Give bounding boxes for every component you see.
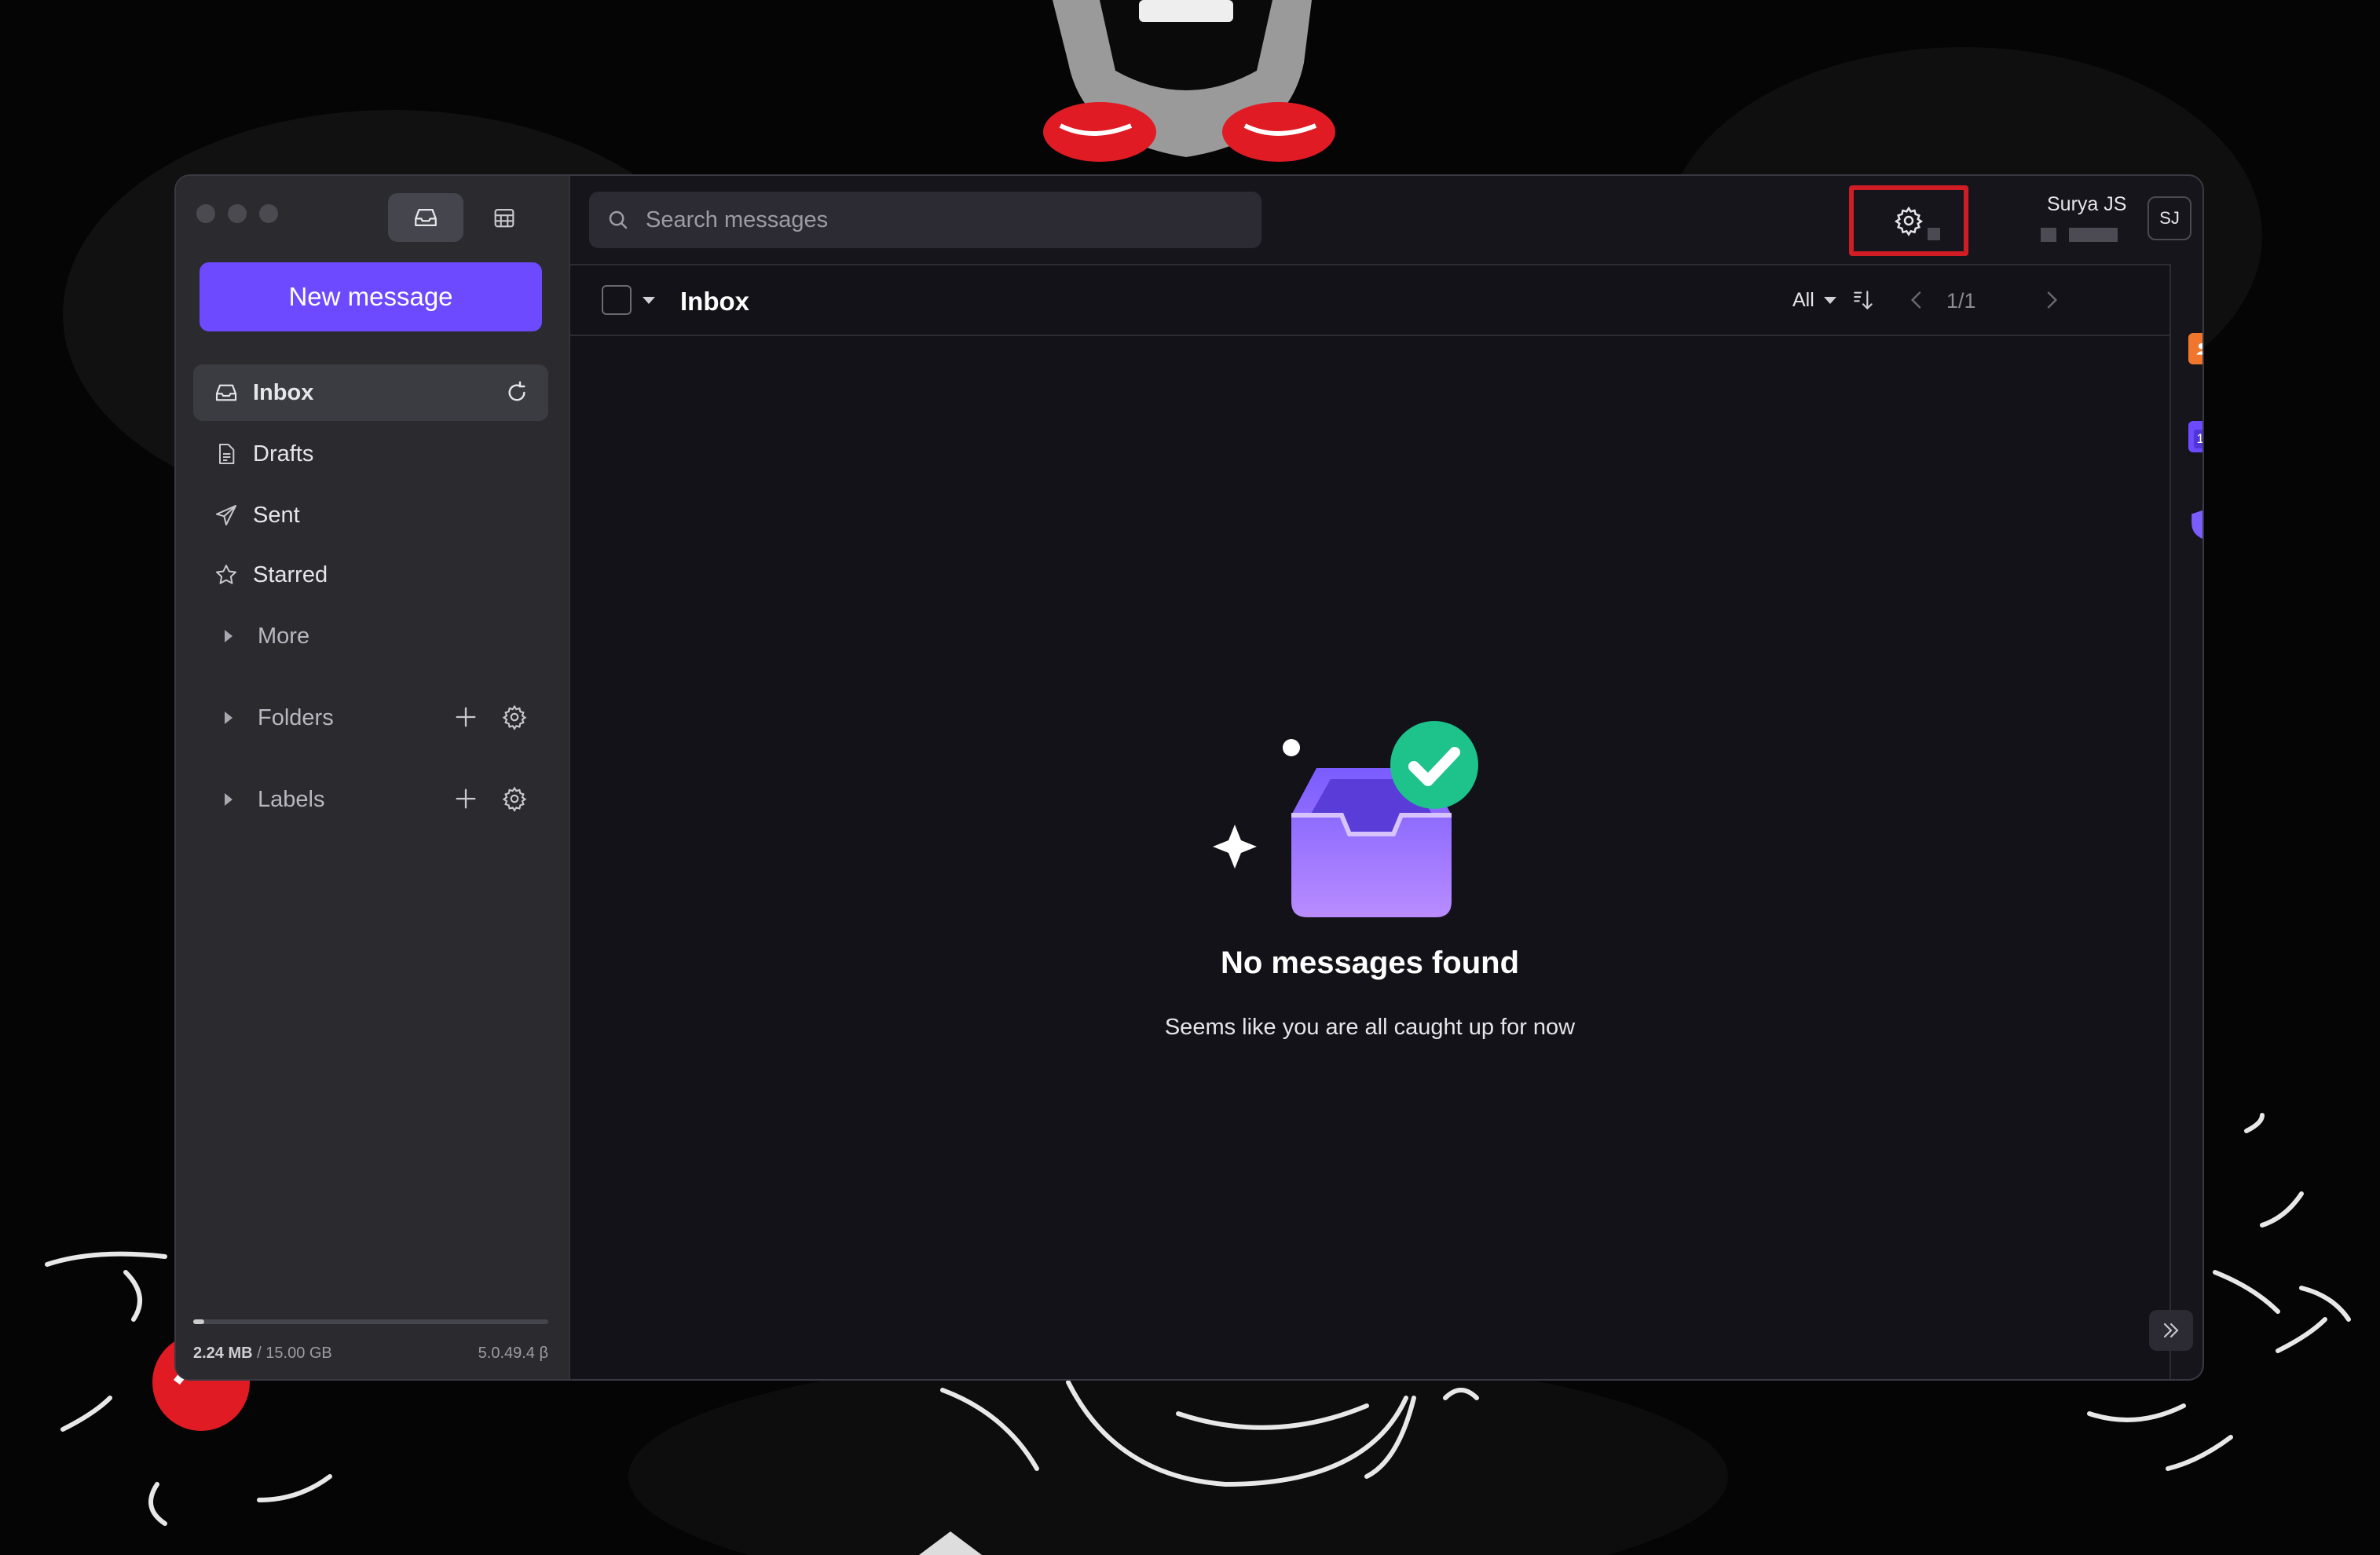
new-message-button[interactable]: New message [200, 262, 542, 331]
redacted-mark [1928, 228, 1940, 240]
message-list-toolbar: Inbox All 1/1 [570, 265, 2169, 336]
shield-icon [2191, 510, 2202, 540]
sidebar-item-label: Drafts [253, 441, 314, 466]
page-title: Inbox [680, 287, 749, 316]
redaction-block [2041, 228, 2056, 242]
previous-page-button[interactable] [1902, 286, 1931, 314]
chevron-left-icon [1910, 291, 1921, 309]
caret-right-icon [225, 793, 233, 806]
storage-used: 2.24 MB [193, 1345, 253, 1362]
paper-plane-icon [216, 505, 236, 525]
select-options-chevron-down-icon[interactable] [643, 297, 655, 304]
file-icon [219, 444, 235, 464]
storage-usage-fill [193, 1319, 204, 1324]
calendar-app-button[interactable]: 13 [2188, 421, 2202, 452]
inbox-tray-icon [415, 208, 437, 227]
select-all-checkbox[interactable] [602, 285, 632, 315]
sidebar-item-inbox[interactable]: Inbox [193, 364, 548, 421]
sort-button[interactable] [1849, 286, 1877, 314]
contacts-app-button[interactable] [2188, 333, 2202, 364]
filter-label: All [1792, 289, 1814, 311]
section-label: Labels [258, 786, 325, 812]
app-version: 5.0.49.4 β [478, 1345, 548, 1362]
storage-total: 15.00 GB [265, 1345, 332, 1362]
sidebar: New message Inbox Drafts Sent Starred Mo… [176, 176, 570, 1379]
apps-rail: 13 [2173, 264, 2202, 1379]
empty-inbox-illustration [1213, 721, 1478, 917]
sidebar-item-label: Starred [253, 562, 328, 587]
sidebar-item-label: Inbox [253, 379, 314, 405]
add-folder-icon[interactable] [452, 704, 479, 730]
sidebar-section-folders[interactable]: Folders [193, 690, 548, 746]
calendar-day-number: 13 [2193, 430, 2202, 448]
filter-dropdown[interactable]: All [1792, 289, 1836, 312]
empty-state-subtitle: Seems like you are all caught up for now [1164, 1015, 1576, 1040]
sort-icon [1854, 291, 1873, 310]
expand-sidebar-button[interactable] [2149, 1310, 2193, 1351]
refresh-icon[interactable] [504, 380, 529, 405]
zoom-window-button[interactable] [259, 204, 278, 223]
mail-view-button[interactable] [388, 193, 463, 242]
star-icon [216, 565, 236, 584]
sidebar-section-labels[interactable]: Labels [193, 771, 548, 828]
sidebar-item-label: More [258, 623, 310, 649]
redaction-block [2069, 228, 2118, 242]
window-controls [196, 204, 278, 223]
sidebar-item-sent[interactable]: Sent [193, 487, 548, 543]
chevron-right-icon [2047, 291, 2058, 309]
empty-state-title: No messages found [1220, 946, 1520, 980]
user-avatar-button[interactable]: SJ [2147, 196, 2191, 240]
sidebar-item-starred[interactable]: Starred [193, 547, 548, 603]
message-list-pane: Inbox All 1/1 No messages found Seems li… [570, 264, 2171, 1379]
storage-usage-text: 2.24 MB / 15.00 GB [193, 1345, 332, 1363]
redacted-email [2041, 228, 2118, 242]
search-icon [609, 210, 628, 229]
next-page-button[interactable] [2038, 286, 2066, 314]
sidebar-item-more[interactable]: More [193, 608, 548, 664]
caret-right-icon [225, 630, 233, 642]
chevron-down-icon [1823, 297, 1836, 304]
sidebar-item-drafts[interactable]: Drafts [193, 426, 548, 482]
caret-right-icon [225, 712, 233, 724]
empty-state: No messages found Seems like you are all… [570, 336, 2169, 1379]
calendar-view-button[interactable] [467, 193, 542, 242]
contacts-icon [2196, 342, 2202, 355]
storage-usage-bar [193, 1319, 548, 1324]
inbox-icon [215, 384, 237, 401]
close-window-button[interactable] [196, 204, 215, 223]
label-settings-gear-icon[interactable] [501, 785, 528, 812]
calendar-grid-icon [494, 209, 514, 228]
vpn-app-button[interactable] [2188, 509, 2202, 540]
user-name: Surya JS [2047, 193, 2127, 215]
search-bar[interactable] [589, 192, 1261, 248]
sidebar-item-label: Sent [253, 502, 300, 528]
gear-icon [1894, 206, 1924, 236]
folder-settings-gear-icon[interactable] [501, 704, 528, 730]
search-input[interactable] [646, 207, 1227, 233]
double-chevron-right-icon [2163, 1323, 2179, 1338]
mail-app-window: New message Inbox Drafts Sent Starred Mo… [174, 174, 2204, 1381]
add-label-icon[interactable] [452, 785, 479, 812]
section-label: Folders [258, 704, 334, 730]
minimize-window-button[interactable] [228, 204, 247, 223]
page-indicator: 1/1 [1946, 289, 1976, 313]
settings-button[interactable] [1849, 185, 1968, 256]
storage-separator: / [252, 1345, 266, 1362]
